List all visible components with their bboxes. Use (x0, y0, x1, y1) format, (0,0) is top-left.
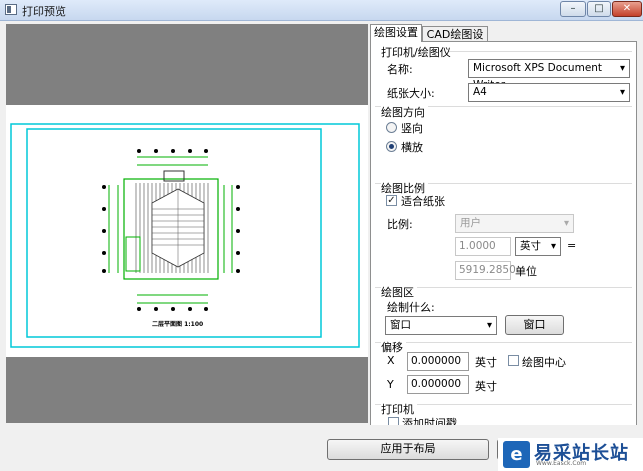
center-plot-checkbox[interactable] (508, 355, 519, 366)
landscape-label: 横放 (401, 141, 423, 154)
settings-panel: 绘图设置 CAD绘图设置 打印机/绘图仪 名称: Microsoft XPS D… (370, 24, 637, 438)
watermark-logo-icon: e (503, 441, 530, 468)
what-to-plot-label: 绘制什么: (387, 301, 435, 314)
preview-paper: 二层平面图 1:100 (6, 105, 368, 357)
offset-x-input[interactable]: 0.000000 (407, 352, 469, 371)
apply-to-layout-button[interactable]: 应用于布局 (327, 439, 489, 460)
drawing-units-input[interactable]: 5919.2850 (455, 261, 516, 280)
offset-y-label: Y (387, 378, 394, 391)
plot-area-section-title: 绘图区 (381, 284, 417, 300)
fit-to-paper-label: 适合纸张 (401, 195, 445, 208)
app-window-icon (5, 4, 17, 15)
window-title: 打印预览 (22, 5, 66, 18)
drawing-units-label: 单位 (515, 265, 537, 278)
printer-name-select[interactable]: Microsoft XPS Document Writer (468, 59, 630, 91)
tab-cad-plot-settings[interactable]: CAD绘图设置 (422, 26, 488, 57)
offset-x-label: X (387, 354, 395, 367)
scale-value-input[interactable]: 1.0000 (455, 237, 511, 256)
orientation-section-title: 绘图方向 (381, 104, 428, 120)
printer-name-label: 名称: (387, 63, 413, 76)
maximize-button[interactable]: □ (587, 1, 611, 17)
watermark-badge: e 易采站长站 Www.Easck.Com (498, 438, 643, 471)
drawing-title-block: 二层平面图 1:100 (152, 321, 204, 328)
close-button[interactable]: ✕ (612, 1, 642, 17)
tab-content: 打印机/绘图仪 名称: Microsoft XPS Document Write… (370, 41, 637, 438)
center-plot-label: 绘图中心 (522, 356, 566, 369)
offset-section-title: 偏移 (381, 339, 406, 355)
scale-unit-select[interactable]: 英寸 (515, 237, 561, 256)
equals-sign: = (567, 239, 577, 252)
minimize-button[interactable]: – (560, 1, 586, 17)
landscape-radio[interactable] (386, 141, 397, 152)
printer-section-title: 打印机/绘图仪 (381, 46, 451, 59)
portrait-label: 竖向 (401, 122, 423, 135)
portrait-radio[interactable] (386, 122, 397, 133)
offset-x-unit: 英寸 (475, 356, 497, 369)
offset-y-input[interactable]: 0.000000 (407, 375, 469, 394)
fit-to-paper-checkbox[interactable]: ✓ (386, 195, 397, 206)
what-to-plot-select[interactable]: 窗口 (385, 316, 497, 335)
paper-size-select[interactable]: A4 (468, 83, 630, 102)
watermark-url: Www.Easck.Com (536, 460, 587, 467)
title-bar[interactable]: 打印预览 – □ ✕ (0, 0, 643, 21)
tab-plot-settings[interactable]: 绘图设置 (370, 24, 422, 42)
ratio-label: 比例: (387, 218, 413, 231)
section-divider (449, 51, 632, 52)
paper-size-label: 纸张大小: (387, 87, 435, 100)
select-window-button[interactable]: 窗口 (505, 315, 564, 335)
section-divider (375, 342, 632, 343)
ratio-select[interactable]: 用户 (455, 214, 574, 233)
offset-y-unit: 英寸 (475, 380, 497, 393)
